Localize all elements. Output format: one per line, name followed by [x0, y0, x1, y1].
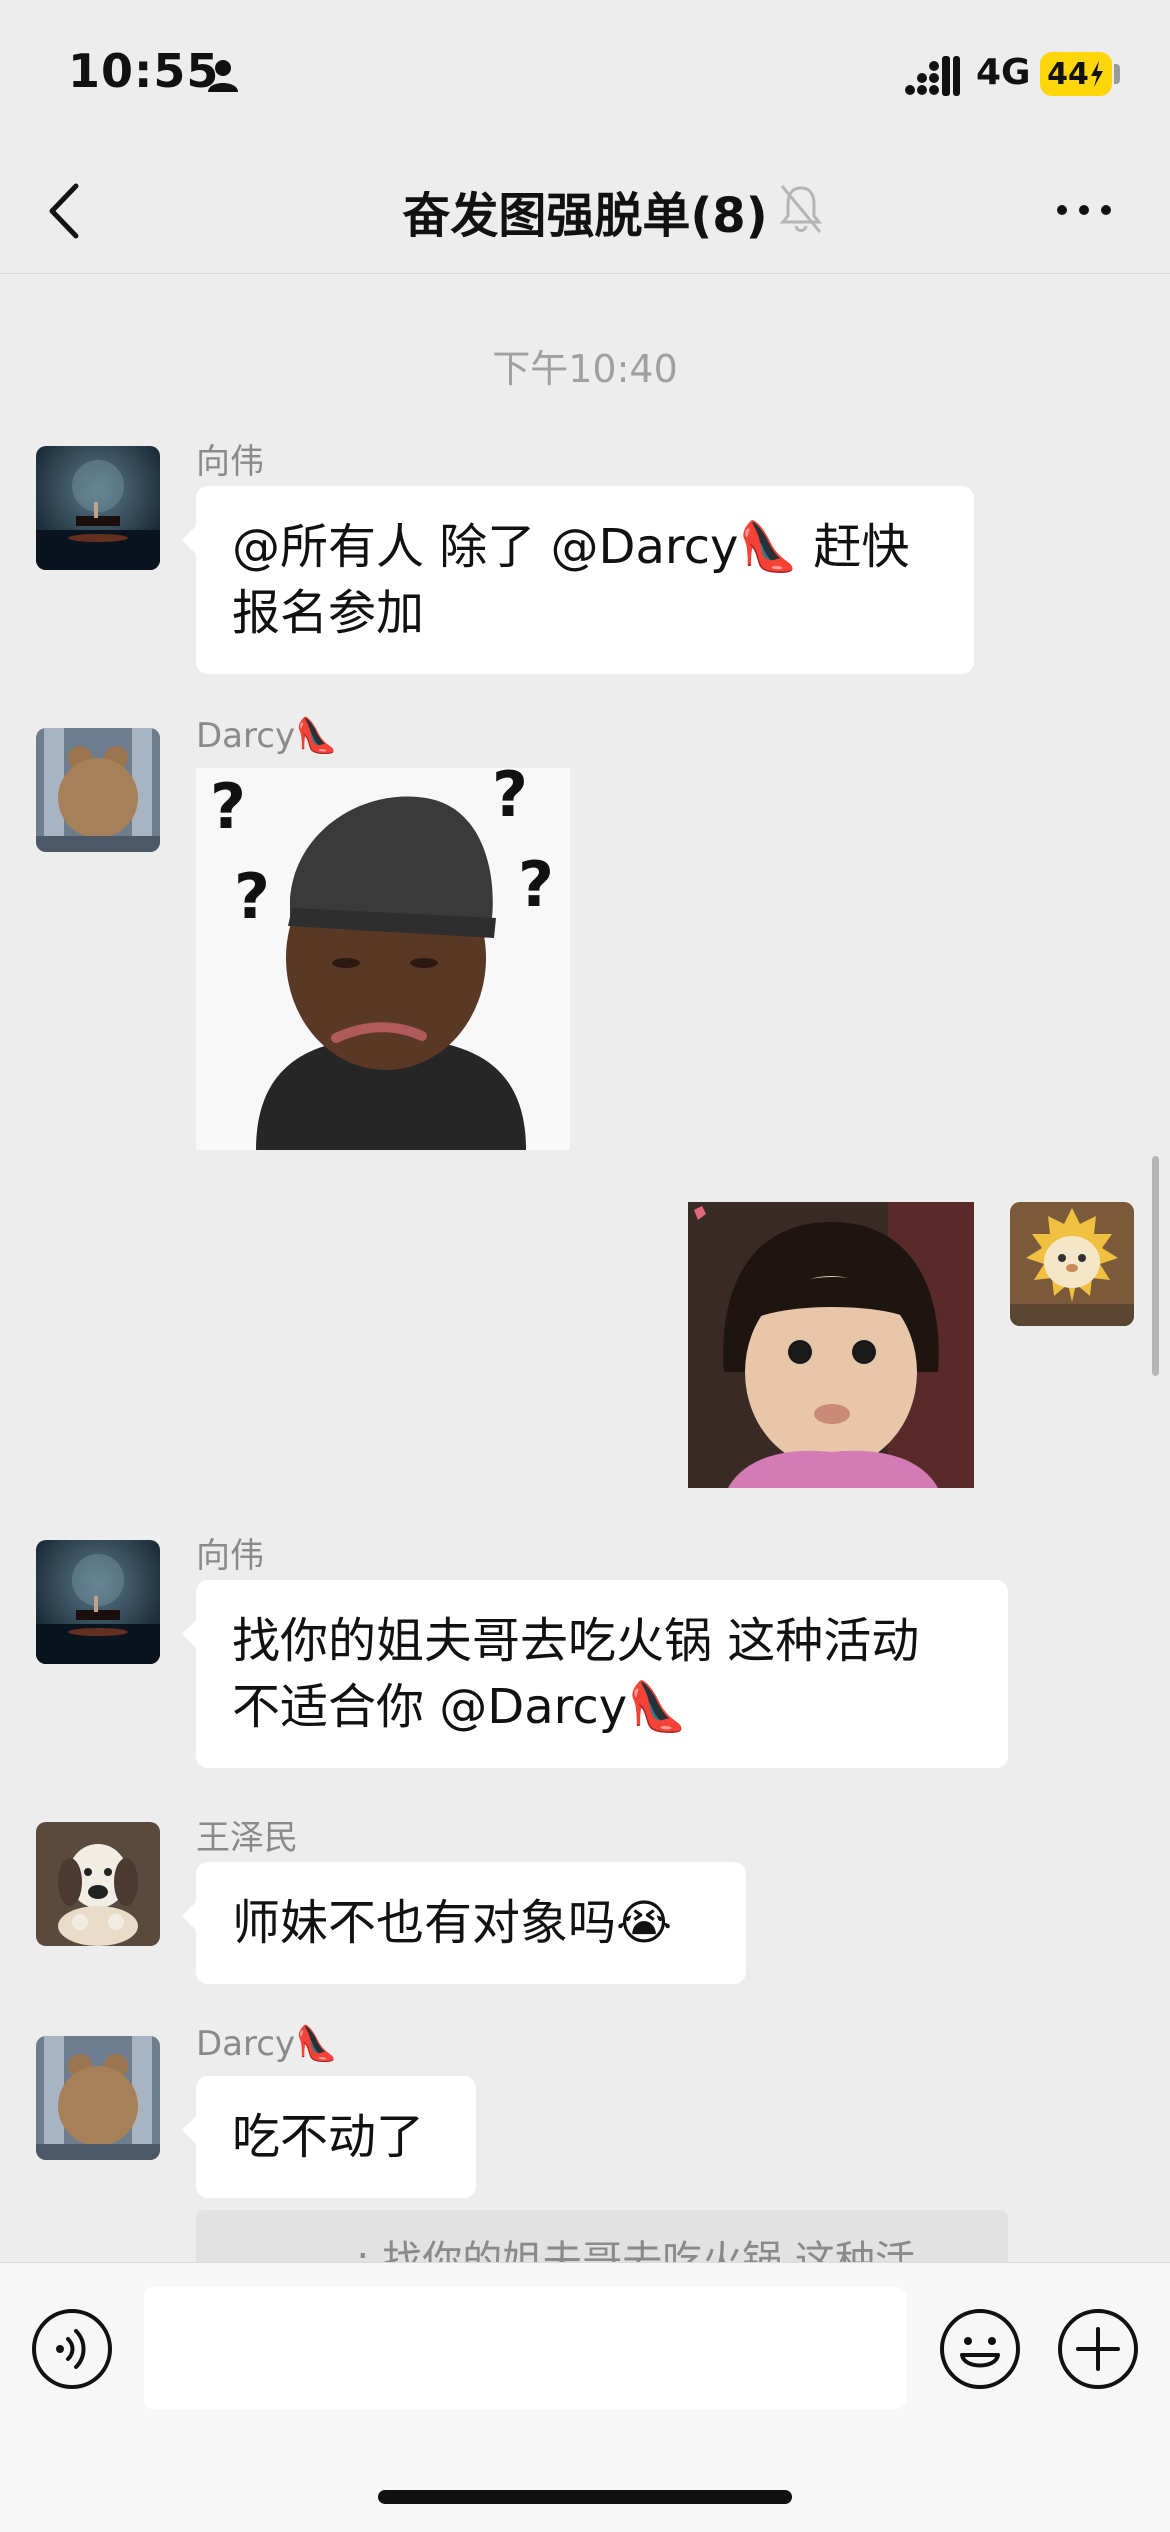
- question-mark: ?: [518, 848, 554, 921]
- timestamp: 下午10:40: [492, 347, 678, 391]
- question-mark: ?: [234, 860, 270, 933]
- battery-level: 44: [1047, 56, 1089, 92]
- message-line: 师妹不也有对象吗😭: [232, 1895, 673, 1951]
- voice-icon[interactable]: [30, 2307, 114, 2391]
- scrollbar[interactable]: [1152, 1156, 1159, 1376]
- status-bar: 10:55 4G 44: [0, 0, 1170, 150]
- charging-icon: [1090, 61, 1103, 87]
- home-indicator[interactable]: [378, 2490, 792, 2504]
- battery-cap: [1114, 64, 1120, 84]
- message-bubble[interactable]: @所有人 除了 @Darcy👠 赶快 报名参加: [182, 486, 974, 674]
- avatar-darcy[interactable]: [36, 2036, 160, 2160]
- chat-screen: 10:55 4G 44 奋发图强脱单(8) 下午10:40 向伟 @所有人 除了…: [0, 0, 1170, 2532]
- message-input[interactable]: [144, 2287, 906, 2409]
- sender-name: 王泽民: [196, 1818, 298, 1858]
- message-line: @所有人 除了 @Darcy👠 赶快: [232, 519, 910, 575]
- message-line: 不适合你 @Darcy👠: [232, 1679, 687, 1735]
- mute-bell-icon: [779, 185, 823, 233]
- sender-name: 向伟: [196, 442, 264, 482]
- message-line: 找你的姐夫哥去吃火锅 这种活动: [232, 1613, 920, 1669]
- signal-icon: [905, 56, 960, 96]
- person-icon: [208, 60, 238, 92]
- question-mark: ?: [210, 770, 246, 843]
- avatar-xiangwei[interactable]: [36, 1540, 160, 1664]
- battery-icon: 44: [1040, 52, 1112, 96]
- message-bubble[interactable]: 吃不动了: [182, 2076, 476, 2198]
- sticker-confused-man[interactable]: ? ? ? ?: [196, 768, 570, 1150]
- chat-title: 奋发图强脱单(8): [0, 176, 1170, 246]
- question-mark: ?: [492, 768, 528, 831]
- network-label: 4G: [976, 52, 1031, 93]
- plus-icon[interactable]: [1056, 2307, 1140, 2391]
- sender-name: Darcy👠: [196, 2024, 338, 2064]
- emoji-icon[interactable]: [938, 2307, 1022, 2391]
- avatar-darcy[interactable]: [36, 728, 160, 852]
- message-line: 吃不动了: [232, 2109, 425, 2165]
- message-line: 报名参加: [232, 585, 425, 641]
- chat-title-text: 奋发图强脱单(8): [402, 188, 768, 244]
- avatar-xiangwei[interactable]: [36, 446, 160, 570]
- status-time: 10:55: [68, 44, 220, 98]
- sticker-little-girl[interactable]: [688, 1202, 974, 1488]
- message-bubble[interactable]: 找你的姐夫哥去吃火锅 这种活动 不适合你 @Darcy👠: [182, 1580, 1008, 1768]
- more-icon[interactable]: [1054, 190, 1114, 230]
- avatar-wangzemin[interactable]: [36, 1822, 160, 1946]
- avatar-me[interactable]: [1010, 1202, 1134, 1326]
- nav-bar: 奋发图强脱单(8): [0, 150, 1170, 274]
- message-bubble[interactable]: 师妹不也有对象吗😭: [182, 1862, 746, 1984]
- sender-name: 向伟: [196, 1536, 264, 1576]
- sender-name: Darcy👠: [196, 716, 338, 756]
